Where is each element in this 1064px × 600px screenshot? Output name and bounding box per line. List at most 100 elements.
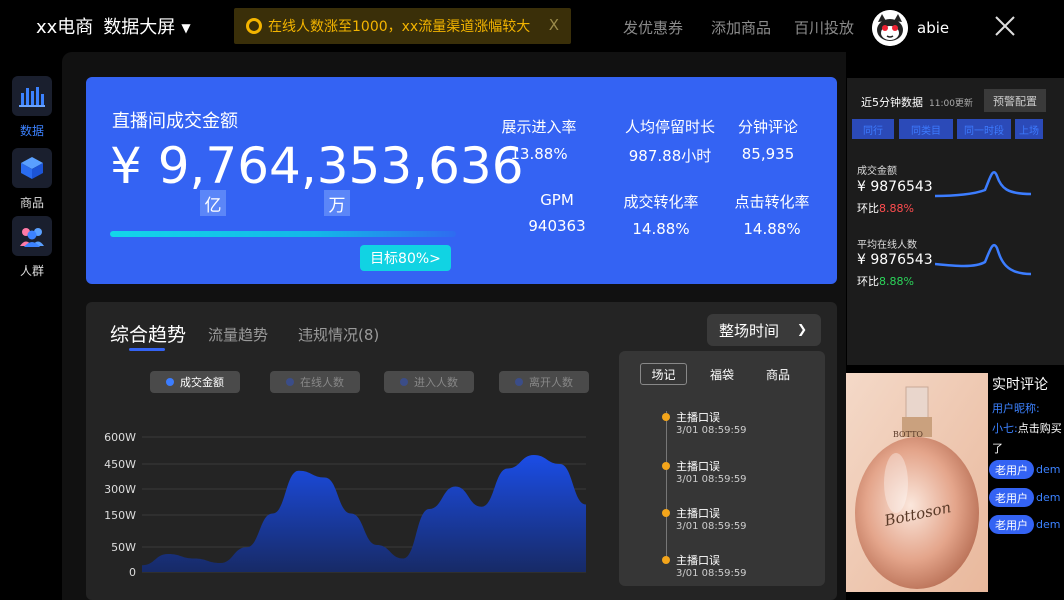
avatar[interactable] xyxy=(872,10,908,46)
timeline-title: 主播口误 xyxy=(676,460,720,473)
kpi-label: 成交金额 xyxy=(857,166,897,177)
metric-label: 展示进入率 xyxy=(501,118,577,136)
timeline-dot xyxy=(662,509,670,517)
timeline-title: 主播口误 xyxy=(676,507,720,520)
y-tick-label: 300W xyxy=(104,483,136,496)
comment-user[interactable]: dem xyxy=(1036,491,1060,504)
legend-gmv[interactable]: 成交金额 xyxy=(150,371,240,393)
tab-peers[interactable]: 同行 xyxy=(852,119,894,139)
notice-close-button[interactable]: X xyxy=(549,16,559,34)
rail-item-audience[interactable]: 人群 xyxy=(12,216,52,279)
recent-data-panel: 近5分钟数据 11:00更新 预警配置 同行 同类目 同一时段 上场 成交金额 … xyxy=(847,78,1064,365)
gmv-title: 直播间成交金额 xyxy=(112,111,238,132)
tab-lucky-bag[interactable]: 福袋 xyxy=(701,363,743,385)
live-comments-title: 实时评论 xyxy=(992,377,1048,393)
tab-scene-record[interactable]: 场记 xyxy=(640,363,687,385)
comment-user[interactable]: dem xyxy=(1036,463,1060,476)
old-user-badge: 老用户 xyxy=(989,460,1034,479)
metric-value: 85,935 xyxy=(741,145,795,163)
product-image[interactable]: BOTTO Bottoson xyxy=(846,373,988,592)
bar-chart-icon xyxy=(12,76,52,116)
tab-violations[interactable]: 违规情况(8) xyxy=(298,324,379,345)
timeline-title: 主播口误 xyxy=(676,554,720,567)
metric-label: 分钟评论 xyxy=(737,118,798,136)
users-icon xyxy=(12,216,52,256)
kpi-change-prefix: 环比 xyxy=(857,275,879,288)
timeline-dot xyxy=(662,556,670,564)
old-user-badge: 老用户 xyxy=(989,515,1034,534)
legend-label: 成交金额 xyxy=(180,376,224,389)
tab-overall-trend[interactable]: 综合趋势 xyxy=(110,320,186,347)
timeline-dot xyxy=(662,413,670,421)
time-range-select[interactable]: 整场时间 ❯ xyxy=(707,314,821,346)
kpi-change-value: 8.88% xyxy=(879,202,914,215)
update-time: 11:00更新 xyxy=(929,99,973,109)
rail-item-data[interactable]: 数据 xyxy=(12,76,52,139)
metric-label: 点击转化率 xyxy=(734,193,810,211)
legend-enter[interactable]: 进入人数 xyxy=(384,371,474,393)
scene-record-panel: 场记 福袋 商品 主播口误 3/01 08:59:59 主播口误 3/01 08… xyxy=(619,351,825,586)
y-tick-label: 0 xyxy=(129,566,136,579)
online-sparkline xyxy=(935,243,1031,276)
kpi-value: ¥ 9876543 xyxy=(857,252,933,268)
target-progress-bar xyxy=(110,231,456,237)
legend-label: 离开人数 xyxy=(529,376,573,389)
avatar-cat-icon xyxy=(872,10,908,46)
target-button[interactable]: 目标80%> xyxy=(360,245,451,271)
y-tick-label: 50W xyxy=(111,541,136,554)
nav-baichuan-link[interactable]: 百川投放 xyxy=(794,17,854,38)
comment-first: 小七:点击购买 xyxy=(992,420,1062,436)
chevron-down-icon: ❯ xyxy=(796,322,807,336)
metric-value: 13.88% xyxy=(510,145,568,163)
tab-traffic-trend[interactable]: 流量趋势 xyxy=(208,324,268,345)
metric-display-rate: 展示进入率 13.88% xyxy=(484,116,594,163)
rail-label-audience: 人群 xyxy=(19,264,44,278)
caret-down-icon[interactable]: ▼ xyxy=(181,21,190,35)
kpi-value: ¥ 9876543 xyxy=(857,179,933,195)
screen-title: 数据大屏 xyxy=(103,17,176,38)
brand-name: xx电商 xyxy=(36,17,94,38)
tab-underline xyxy=(129,348,165,351)
legend-dot xyxy=(286,378,294,386)
timeline-time: 3/01 08:59:59 xyxy=(676,521,747,532)
metric-comments-per-minute: 分钟评论 85,935 xyxy=(713,116,823,163)
close-icon[interactable] xyxy=(993,14,1017,38)
tab-same-period[interactable]: 同一时段 xyxy=(957,119,1011,139)
alert-ring-icon xyxy=(246,18,262,34)
comment-text: 点击购买 xyxy=(1017,422,1062,435)
tab-same-category[interactable]: 同类目 xyxy=(899,119,953,139)
metric-value: 987.88小时 xyxy=(628,147,712,165)
metric-label: 成交转化率 xyxy=(623,193,699,211)
tab-last-session[interactable]: 上场 xyxy=(1015,119,1043,139)
nav-coupon-link[interactable]: 发优惠券 xyxy=(623,17,683,38)
rail-item-product[interactable]: 商品 xyxy=(12,148,52,211)
username[interactable]: abie xyxy=(917,19,949,37)
unit-yi-tag: 亿 xyxy=(200,190,226,216)
product-brand: BOTTO xyxy=(893,430,923,439)
y-tick-label: 600W xyxy=(104,431,136,444)
tab-products[interactable]: 商品 xyxy=(757,363,799,385)
comment-user[interactable]: dem xyxy=(1036,518,1060,531)
kpi-change: 环比8.88% xyxy=(857,273,914,289)
y-tick-label: 150W xyxy=(104,509,136,522)
timeline-title: 主播口误 xyxy=(676,411,720,424)
timeline-time: 3/01 08:59:59 xyxy=(676,474,747,485)
legend-label: 在线人数 xyxy=(300,376,344,389)
timeline-dot xyxy=(662,462,670,470)
metric-gpm: GPM 940363 xyxy=(502,191,612,235)
rail-label-product: 商品 xyxy=(19,196,44,210)
legend-dot xyxy=(400,378,408,386)
timeline-time: 3/01 08:59:59 xyxy=(676,568,747,579)
legend-leave[interactable]: 离开人数 xyxy=(499,371,589,393)
metric-avg-stay: 人均停留时长 987.88小时 xyxy=(615,116,725,166)
unit-wan-tag: 万 xyxy=(324,190,350,216)
brand[interactable]: xx电商 数据大屏 ▼ xyxy=(36,13,191,39)
alert-config-button[interactable]: 预警配置 xyxy=(984,89,1046,112)
gmv-amount: ¥ 9,764,353,636 xyxy=(110,137,524,195)
perfume-bottle-image xyxy=(846,373,988,592)
legend-online[interactable]: 在线人数 xyxy=(270,371,360,393)
comment-user[interactable]: 小七: xyxy=(992,422,1018,435)
timeline-line xyxy=(666,411,667,561)
nav-add-product-link[interactable]: 添加商品 xyxy=(711,17,771,38)
legend-dot xyxy=(166,378,174,386)
